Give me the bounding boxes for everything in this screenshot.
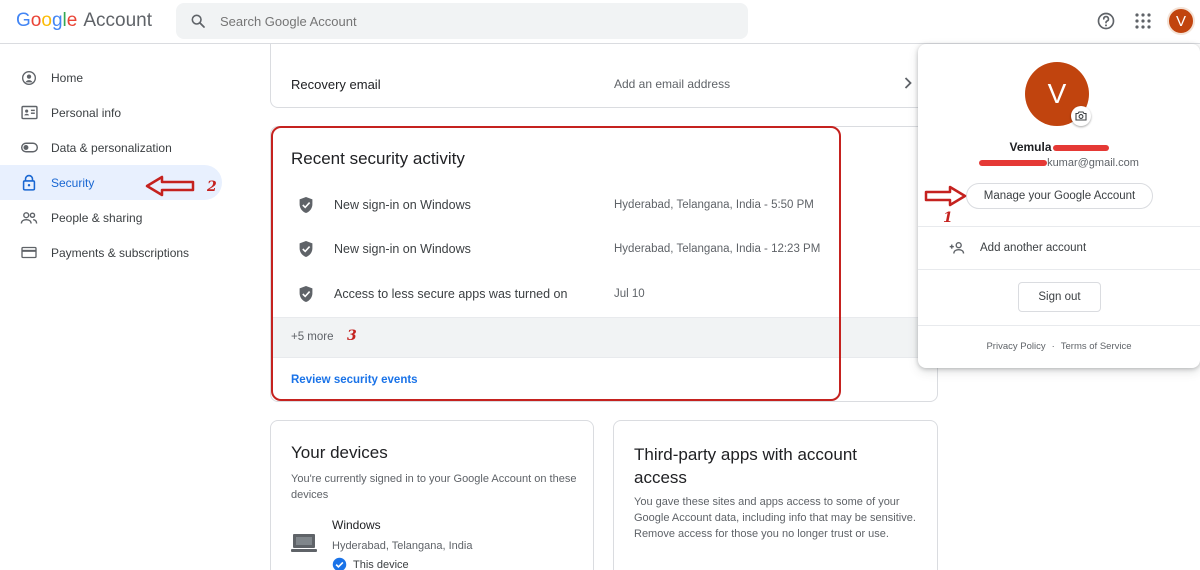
annotation-number-1: 1 [943,210,953,226]
logo-product-name: Account [83,10,152,31]
sidebar-item-personal-info[interactable]: Personal info [0,95,222,130]
search-bar[interactable] [176,3,748,39]
apps-grid-icon[interactable] [1130,8,1156,34]
section-title: Recent security activity [291,149,465,168]
device-location: Hyderabad, Telangana, India [332,540,473,552]
review-security-events-link[interactable]: Review security events [291,374,418,386]
redaction-mark [979,160,1048,167]
security-event-row[interactable]: Access to less secure apps was turned on… [271,272,939,316]
sidebar-item-label: People & sharing [51,210,143,225]
annotation-arrow-manage [924,185,968,212]
top-app-bar: Google Account V [0,0,1200,44]
security-event-row[interactable]: New sign-in on Windows Hyderabad, Telang… [271,227,939,271]
help-icon[interactable] [1093,8,1119,34]
event-title: New sign-in on Windows [334,198,471,212]
privacy-policy-link[interactable]: Privacy Policy [986,341,1045,352]
laptop-icon [291,533,317,558]
home-icon [20,69,38,87]
this-device-badge: This device [332,557,409,570]
lock-icon [20,174,38,192]
search-icon[interactable] [176,13,220,29]
sidebar-item-label: Payments & subscriptions [51,245,190,260]
devices-description: You're currently signed in to your Googl… [291,473,577,501]
sidebar-item-data-personalization[interactable]: Data & personalization [0,130,222,165]
account-name: Vemula [918,140,1200,154]
sidebar-item-people-sharing[interactable]: People & sharing [0,200,222,235]
sidebar-item-label: Security [51,175,95,190]
add-another-account-row[interactable]: Add another account [918,227,1200,269]
more-events-label: +5 more [291,331,334,343]
security-event-row[interactable]: New sign-in on Windows Hyderabad, Telang… [271,183,939,227]
redaction-mark [1052,144,1109,151]
your-devices-card[interactable]: Your devices You're currently signed in … [270,420,594,570]
sidebar-item-home[interactable]: Home [0,60,222,95]
event-meta: Hyderabad, Telangana, India - 5:50 PM [614,199,814,211]
sign-out-button[interactable]: Sign out [1018,282,1101,312]
third-party-description: You gave these sites and apps access to … [634,496,916,540]
chevron-right-icon [904,76,912,94]
add-another-account-label: Add another account [980,242,1087,254]
people-icon [20,209,38,227]
manage-google-account-button[interactable]: Manage your Google Account [966,183,1153,209]
annotation-number-2: 2 [207,179,217,195]
sidebar-nav: Home Personal info Data & personalizatio… [0,60,222,270]
event-title: New sign-in on Windows [334,242,471,256]
search-input[interactable] [220,13,700,29]
event-meta: Hyderabad, Telangana, India - 12:23 PM [614,243,821,255]
recovery-email-value: Add an email address [614,77,731,91]
annotation-arrow-security [144,174,196,203]
sidebar-item-label: Personal info [51,105,122,120]
credit-card-icon [20,244,38,262]
separator-dot: · [1051,341,1055,352]
recent-security-activity-card: Recent security activity New sign-in on … [270,126,939,403]
divider [918,269,1200,270]
review-security-events-row[interactable]: Review security events [271,357,939,403]
sidebar-item-payments-subscriptions[interactable]: Payments & subscriptions [0,235,222,270]
shield-check-icon [298,196,314,219]
google-account-logo[interactable]: Google Account [16,10,152,32]
third-party-title: Third-party apps with account access [634,445,857,487]
device-name: Windows [332,518,381,532]
account-email: kumar@gmail.com [918,157,1200,169]
event-title: Access to less secure apps was turned on [334,287,568,301]
more-events-row[interactable]: +5 more [271,317,939,357]
divider [918,325,1200,326]
shield-check-icon [298,285,314,308]
check-circle-icon [332,557,347,570]
popup-footer-links: Privacy Policy · Terms of Service [918,341,1200,352]
sidebar-item-label: Data & personalization [51,140,172,155]
recovery-email-card[interactable]: Recovery email Add an email address [270,44,938,108]
third-party-apps-card[interactable]: Third-party apps with account access You… [613,420,938,570]
camera-icon[interactable] [1071,106,1091,126]
sidebar-item-label: Home [51,70,84,85]
id-card-icon [20,104,38,122]
annotation-number-3: 3 [347,328,357,344]
devices-title: Your devices [291,443,388,462]
account-avatar-button[interactable]: V [1167,7,1195,35]
recovery-email-label: Recovery email [291,77,381,92]
add-person-icon [949,241,967,258]
toggle-icon [20,139,38,157]
terms-of-service-link[interactable]: Terms of Service [1061,341,1132,352]
shield-check-icon [298,240,314,263]
event-meta: Jul 10 [614,288,645,300]
